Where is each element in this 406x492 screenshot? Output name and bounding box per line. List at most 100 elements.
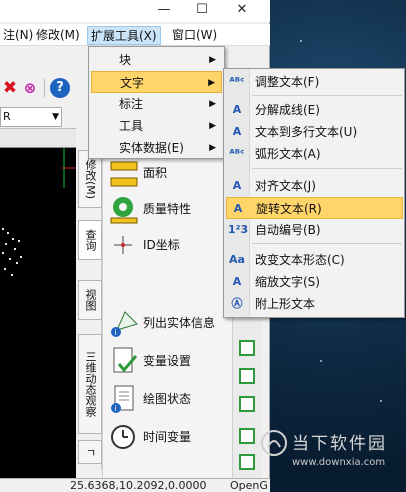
info-shape-icon: i (111, 311, 138, 337)
menu-item-label: 实体数据(E) (119, 141, 184, 155)
panel-item-label: 变量设置 (143, 354, 192, 368)
menu-item-label: 块 (119, 53, 132, 67)
panel-item-label: ID坐标 (143, 238, 180, 252)
submenu-arrow-icon: ▶ (209, 143, 216, 153)
chevron-down-icon[interactable]: ▼ (52, 108, 59, 126)
submenu-arrow-icon: ▶ (209, 121, 216, 131)
ring-icon (110, 197, 138, 224)
menu-item-text-to-mtext[interactable]: A 文本到多行文本(U) (226, 121, 403, 143)
panel-item-label: 时间变量 (143, 430, 192, 444)
tool-icon[interactable] (239, 368, 255, 384)
panel-item-variables[interactable]: 变量设置 (109, 344, 231, 380)
ruler-icon (110, 161, 138, 187)
menu-window[interactable]: 窗口(W) (169, 26, 220, 45)
tab-view[interactable]: 视图 (78, 280, 102, 320)
menu-item-entity-data[interactable]: 实体数据(E) ▶ (91, 137, 222, 159)
watermark-logo-icon (261, 430, 287, 456)
menu-item-block[interactable]: 块 ▶ (91, 49, 222, 71)
tool-icon[interactable] (239, 428, 255, 444)
align-text-icon: A (232, 179, 242, 192)
menu-separator (252, 95, 402, 96)
svg-text:i: i (115, 328, 117, 337)
panel-item-mass-properties[interactable]: 质量特性 (109, 192, 231, 228)
menu-annotate[interactable]: 注(N) (0, 26, 36, 45)
submenu-arrow-icon: ▶ (208, 78, 215, 88)
tab-3d-orbit[interactable]: 三维动态观察 (78, 334, 102, 434)
panel-item-label: 绘图状态 (143, 392, 192, 406)
menu-item-label: 旋转文本(R) (256, 202, 322, 216)
menu-item-align-text[interactable]: A 对齐文本(J) (226, 175, 403, 197)
vertical-tab-strip: 修改(M) 查询 视图 三维动态观察 ㄱ (78, 150, 102, 470)
tool-icon[interactable] (239, 454, 255, 470)
watermark-url: www.downxia.com (292, 457, 386, 468)
explode-text-icon: A (232, 103, 242, 116)
panel-item-id-coords[interactable]: ID坐标 (109, 228, 231, 264)
extension-tools-menu: 块 ▶ 文字 ▶ 标注 ▶ 工具 ▶ 实体数据(E) ▶ (88, 46, 225, 159)
panel-item-area[interactable]: 面积 (109, 156, 231, 192)
menu-item-dimension[interactable]: 标注 ▶ (91, 93, 222, 115)
menu-item-label: 标注 (119, 97, 144, 111)
menu-item-label: 弧形文本(A) (255, 147, 321, 161)
star (380, 400, 382, 402)
list-info-icon: i (111, 385, 134, 413)
maximize-button[interactable]: ☐ (184, 0, 220, 22)
close-button[interactable]: ✕ (224, 0, 260, 22)
panel-item-time-variables[interactable]: 时间变量 (109, 420, 231, 456)
menu-item-tools[interactable]: 工具 ▶ (91, 115, 222, 137)
menu-item-adjust-text[interactable]: ᴬᴮᶜ 调整文本(F) (226, 71, 403, 93)
menu-item-attach-shape-text[interactable]: Ⓐ 附上形文本 (226, 293, 403, 315)
menu-item-explode-to-lines[interactable]: A 分解成线(E) (226, 99, 403, 121)
panel-item-list-entity[interactable]: i 列出实体信息 (109, 306, 231, 342)
toolbar-separator (44, 79, 45, 97)
layer-combobox[interactable]: R ▼ (0, 107, 62, 127)
menu-modify[interactable]: 修改(M) (33, 26, 83, 45)
menu-item-label: 文字 (120, 76, 145, 90)
canvas-header (0, 128, 76, 148)
menu-item-auto-number[interactable]: 1²3 自动编号(B) (226, 219, 403, 241)
menu-item-rotate-text[interactable]: A 旋转文本(R) (226, 197, 403, 219)
shape-text-icon: Ⓐ (231, 297, 243, 310)
menu-item-label: 附上形文本 (255, 297, 316, 311)
menu-item-change-text-case[interactable]: Aa 改变文本形态(C) (226, 249, 403, 271)
menu-bar: 注(N) 修改(M) 扩展工具(X) 窗口(W) (0, 24, 270, 46)
menu-item-arc-text[interactable]: ᴬᴮᶜ 弧形文本(A) (226, 143, 403, 165)
panel-item-label: 面积 (143, 166, 168, 180)
menu-extension-tools[interactable]: 扩展工具(X) (87, 26, 161, 45)
scale-text-icon: A (232, 275, 242, 288)
panel-item-drawing-status[interactable]: i 绘图状态 (109, 382, 231, 418)
menu-item-label: 调整文本(F) (255, 75, 320, 89)
menu-item-label: 分解成线(E) (255, 103, 320, 117)
tab-query[interactable]: 查询 (78, 220, 102, 260)
star (320, 360, 322, 362)
menu-item-label: 工具 (119, 119, 144, 133)
menu-item-label: 自动编号(B) (255, 223, 321, 237)
menu-separator (252, 168, 402, 169)
text-case-icon: Aa (229, 253, 245, 266)
submenu-arrow-icon: ▶ (209, 55, 216, 65)
text-submenu: ᴬᴮᶜ 调整文本(F) A 分解成线(E) A 文本到多行文本(U) ᴬᴮᶜ 弧… (223, 68, 405, 318)
panel-item-label: 列出实体信息 (143, 316, 216, 330)
target-icon[interactable]: ⊗ (20, 78, 40, 98)
combo-value: R (3, 110, 11, 123)
menu-item-text[interactable]: 文字 ▶ (91, 71, 222, 93)
help-icon[interactable]: ? (50, 78, 70, 98)
drawing-content (2, 148, 76, 276)
svg-text:i: i (115, 404, 117, 413)
submenu-arrow-icon: ▶ (209, 99, 216, 109)
auto-number-icon: 1²3 (228, 223, 249, 236)
crosshair-icon (114, 236, 132, 254)
mtext-icon: A (232, 125, 242, 138)
tool-icon[interactable] (239, 340, 255, 356)
arc-text-icon: ᴬᴮᶜ (229, 147, 245, 160)
menu-item-scale-text[interactable]: A 缩放文字(S) (226, 271, 403, 293)
clock-icon (111, 425, 135, 449)
doc-check-icon (113, 347, 138, 373)
minimize-button[interactable]: — (146, 0, 182, 22)
drawing-canvas[interactable] (0, 148, 76, 480)
menu-item-label: 对齐文本(J) (255, 179, 316, 193)
delete-icon[interactable]: ✖ (0, 78, 20, 98)
tool-icon[interactable] (239, 396, 255, 412)
status-bar: 25.6368,10.2092,0.0000 OpenG (0, 478, 270, 492)
tab-more[interactable]: ㄱ (78, 440, 102, 464)
panel-item-label: 质量特性 (143, 202, 192, 216)
